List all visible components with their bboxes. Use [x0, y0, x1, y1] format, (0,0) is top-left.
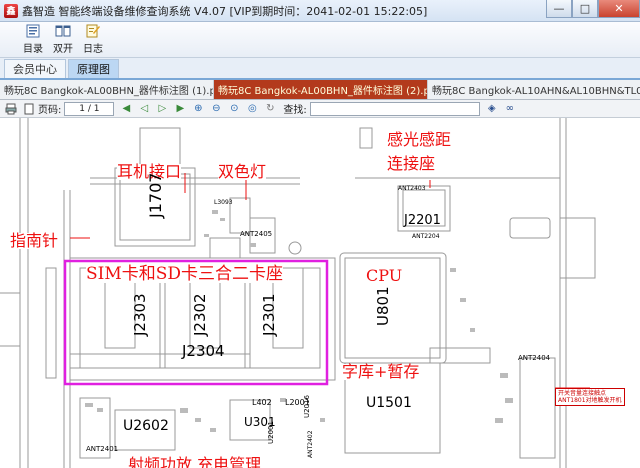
fit-page-icon[interactable]: ◎ [246, 103, 258, 115]
component-u2016: U2016 [303, 395, 311, 418]
label-cpu: CPU [366, 266, 403, 285]
component-j2201: J2201 [404, 213, 441, 228]
next-page-icon[interactable]: ▷ [156, 103, 168, 115]
window-controls: — □ ✕ [546, 0, 640, 18]
dual-open-label: 双开 [53, 43, 73, 55]
app-window: 鑫 鑫智造 智能终端设备维修查询系统 V4.07 [VIP到期时间：2041-0… [0, 0, 640, 468]
label-light-sensor: 感光感距 [387, 130, 452, 149]
dual-open-button[interactable]: 双开 [48, 22, 78, 56]
log-label: 日志 [83, 43, 103, 55]
component-ant2403: ANT2403 [398, 185, 426, 192]
note-line: ANT1801对地触发开机 [558, 397, 622, 405]
component-ant2402: ANT2402 [307, 430, 314, 458]
dual-open-icon [55, 25, 71, 36]
title-bar[interactable]: 鑫 鑫智造 智能终端设备维修查询系统 V4.07 [VIP到期时间：2041-0… [0, 0, 640, 22]
label-sensor-connector: 连接座 [387, 154, 436, 173]
document-tabs: 畅玩8C Bangkok-AL00BHN_器件标注图 (1).pdf ✕ 畅玩8… [0, 80, 640, 100]
component-u2602: U2602 [123, 418, 169, 434]
label-dual-led: 双色灯 [218, 162, 267, 181]
label-rf-charging: 射频功放 充电管理 [128, 457, 262, 468]
maximize-button[interactable]: □ [572, 0, 598, 18]
doc-tab-label: 畅玩8C Bangkok-AL00BHN_器件标注图 (1).pdf [4, 86, 214, 97]
label-font-storage: 字库+暂存 [342, 362, 420, 381]
component-j2303: J2303 [131, 293, 149, 336]
log-button[interactable]: 日志 [78, 22, 108, 56]
binoculars-icon[interactable]: ∞ [504, 103, 516, 115]
last-page-icon[interactable]: ▶ [174, 103, 186, 115]
component-j1707: J1707 [146, 172, 165, 218]
find-prev-icon[interactable]: ◈ [486, 103, 498, 115]
catalog-button[interactable]: 目录 [18, 22, 48, 56]
component-l402: L402 [252, 398, 272, 407]
tab-schematic[interactable]: 原理图 [68, 59, 119, 78]
minimize-button[interactable]: — [546, 0, 572, 18]
pdf-viewer[interactable]: 耳机接口 双色灯 感光感距 连接座 指南针 SIM卡和SD卡三合二卡座 CPU … [0, 118, 640, 468]
component-ant2204: ANT2204 [412, 233, 440, 240]
component-u801: U801 [374, 286, 392, 326]
component-u2001: U2001 [267, 421, 275, 444]
zoom-out-icon[interactable]: ⊖ [210, 103, 222, 115]
doc-tab-3[interactable]: 畅玩8C Bangkok-AL10AHN&AL10BHN&TL00... [428, 80, 640, 99]
page-label: 页码: [38, 105, 62, 116]
component-l3093: L3093 [214, 199, 233, 206]
doc-tab-1[interactable]: 畅玩8C Bangkok-AL00BHN_器件标注图 (1).pdf ✕ [0, 80, 214, 99]
doc-tab-label: 畅玩8C Bangkok-AL00BHN_器件标注图 (2).pdf [218, 86, 428, 97]
pdf-toolbar: 页码: 1 / 1 ◀ ◁ ▷ ▶ ⊕ ⊖ ⊙ ◎ ↻ 查找: ◈ ∞ [0, 100, 640, 118]
print-icon[interactable] [5, 103, 17, 115]
fit-width-icon[interactable]: ⊙ [228, 103, 240, 115]
nav-tabs: 会员中心 原理图 [0, 58, 640, 80]
label-sim-sd-slot: SIM卡和SD卡三合二卡座 [86, 264, 284, 284]
window-title: 鑫智造 智能终端设备维修查询系统 V4.07 [VIP到期时间：2041-02-… [22, 4, 428, 18]
rotate-icon[interactable]: ↻ [264, 103, 276, 115]
component-ant2404: ANT2404 [518, 354, 551, 362]
tab-member-center[interactable]: 会员中心 [4, 59, 66, 78]
find-label: 查找: [283, 105, 307, 116]
catalog-label: 目录 [23, 43, 43, 55]
prev-page-icon[interactable]: ◁ [138, 103, 150, 115]
doc-tab-label: 畅玩8C Bangkok-AL10AHN&AL10BHN&TL00... [432, 86, 640, 97]
pcb-layout-drawing [0, 118, 596, 468]
doc-tab-2[interactable]: 畅玩8C Bangkok-AL00BHN_器件标注图 (2).pdf ✕ [214, 80, 428, 99]
zoom-in-icon[interactable]: ⊕ [192, 103, 204, 115]
component-u1501: U1501 [366, 395, 412, 411]
page-icon[interactable] [23, 103, 35, 115]
component-j2304: J2304 [182, 342, 225, 360]
catalog-icon [26, 24, 40, 37]
log-icon [86, 24, 100, 37]
component-j2301: J2301 [260, 293, 278, 336]
first-page-icon[interactable]: ◀ [120, 103, 132, 115]
volume-contact-note: 开关音量连接触点 ANT1801对地触发开机 [555, 388, 625, 407]
label-compass: 指南针 [10, 231, 59, 250]
component-ant2401: ANT2401 [86, 445, 119, 453]
page-number-input[interactable]: 1 / 1 [64, 101, 115, 116]
app-logo-icon: 鑫 [4, 3, 18, 18]
find-input[interactable] [309, 101, 480, 116]
component-ant2405: ANT2405 [240, 230, 273, 238]
component-j2302: J2302 [191, 293, 209, 336]
main-toolbar: 目录 双开 日志 [0, 22, 640, 58]
close-button[interactable]: ✕ [598, 0, 640, 18]
